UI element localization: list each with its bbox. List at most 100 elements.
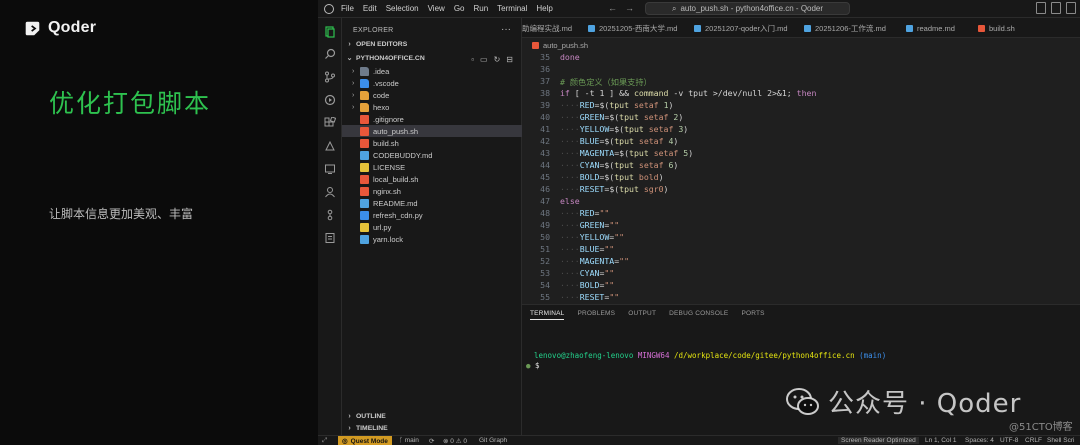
menu-edit[interactable]: Edit (363, 4, 377, 13)
tab-terminal[interactable]: TERMINAL (530, 310, 565, 320)
tree-file[interactable]: README.md (342, 197, 522, 209)
line-ending[interactable]: CRLF (1025, 437, 1042, 444)
refresh-icon[interactable]: ↻ (494, 55, 501, 64)
new-folder-icon[interactable]: ▭ (480, 55, 488, 64)
line-number: 37 (540, 76, 550, 86)
chevron-right-icon: › (352, 79, 355, 87)
code-line: ····GREEN="" (560, 220, 620, 230)
outline-section[interactable]: › OUTLINE (342, 410, 522, 422)
tree-file[interactable]: local_build.sh (342, 173, 522, 185)
language-mode[interactable]: Shell Scri (1047, 437, 1074, 444)
tree-file[interactable]: auto_push.sh (342, 125, 522, 137)
line-number: 35 (540, 52, 550, 62)
toggle-sidebar-icon[interactable] (1036, 2, 1046, 14)
menu-help[interactable]: Help (536, 4, 552, 13)
explorer-icon[interactable] (324, 26, 336, 38)
terminal-input[interactable]: ● $ (526, 361, 540, 370)
more-actions-icon[interactable]: ··· (501, 24, 511, 35)
app-logo-icon (324, 4, 334, 14)
sync-icon[interactable]: ⟳ (429, 437, 434, 445)
file-icon (360, 198, 369, 208)
tree-file[interactable]: url.py (342, 221, 522, 233)
editor-tab[interactable]: 20251207-qoder入门.md (694, 18, 788, 37)
timeline-section[interactable]: › TIMELINE (342, 422, 522, 434)
new-file-icon[interactable]: ▫ (471, 55, 474, 64)
run-debug-icon[interactable] (324, 94, 336, 106)
title-bar: File Edit Selection View Go Run Terminal… (318, 0, 1080, 18)
tree-file[interactable]: yarn.lock (342, 233, 522, 245)
encoding[interactable]: UTF-8 (1000, 437, 1018, 444)
terminal-dot-icon: ● (526, 361, 531, 370)
chevron-right-icon: › (352, 67, 355, 75)
tab-debug-console[interactable]: DEBUG CONSOLE (669, 310, 728, 320)
file-tree: › .idea › .vscode › code › hexo .gitignore auto_p… (342, 65, 522, 245)
branch-indicator[interactable]: ᚴ main (399, 437, 419, 444)
breadcrumb[interactable]: auto_push.sh (522, 38, 1080, 52)
collapse-all-icon[interactable]: ⊟ (506, 55, 513, 64)
open-editors-section[interactable]: › OPEN EDITORS (346, 41, 407, 48)
menu-file[interactable]: File (341, 4, 354, 13)
quest-icon: ◎ (342, 438, 348, 445)
tree-folder[interactable]: › hexo (342, 101, 522, 113)
editor-tab[interactable]: readme.md (906, 18, 955, 37)
search-icon[interactable] (324, 48, 336, 60)
editor-tab[interactable]: build.sh (978, 18, 1015, 37)
file-icon (360, 126, 369, 136)
toggle-panel-icon[interactable] (1051, 2, 1061, 14)
accounts-icon[interactable] (324, 186, 336, 198)
menu-run[interactable]: Run (473, 4, 488, 13)
shell-file-icon (532, 41, 539, 49)
git-graph-icon[interactable] (324, 209, 336, 221)
editor-tab[interactable]: 20251205-西南大学.md (588, 18, 677, 37)
tree-folder[interactable]: › .vscode (342, 77, 522, 89)
workspace-root-section[interactable]: ⌄ PYTHON4OFFICE.CN (346, 54, 425, 63)
forward-arrow-icon[interactable]: → (625, 3, 634, 13)
settings-sync-icon[interactable] (324, 232, 336, 244)
chevron-right-icon: › (348, 41, 351, 48)
editor-tab[interactable]: 20251206-工作流.md (804, 18, 886, 37)
tab-output[interactable]: OUTPUT (628, 310, 656, 320)
quest-mode-label: Quest Mode (350, 437, 388, 445)
code-line: ····MAGENTA=$(tput setaf 5) (560, 148, 694, 158)
menu-selection[interactable]: Selection (386, 4, 419, 13)
editor-tab[interactable]: 助编程实战.md (522, 18, 572, 37)
toggle-secondary-sidebar-icon[interactable] (1066, 2, 1076, 14)
workspace-root-label: PYTHON4OFFICE.CN (356, 54, 425, 62)
cursor-position[interactable]: Ln 1, Col 1 (925, 437, 956, 444)
tab-problems[interactable]: PROBLEMS (577, 310, 615, 320)
indentation[interactable]: Spaces: 4 (965, 437, 994, 444)
source-control-icon[interactable] (324, 71, 336, 83)
tab-ports[interactable]: PORTS (741, 310, 764, 320)
remote-explorer-icon[interactable] (324, 140, 336, 152)
back-arrow-icon[interactable]: ← (608, 3, 617, 13)
code-editor[interactable]: 35 36 37 38 39 40 41 42 43 44 45 46 47 48 49 50 51 52 53 54… (522, 52, 1080, 304)
status-bar: ⤢ ◎ Quest Mode ᚴ main ⟳ ⊗ 0 ⚠ 0 Git Grap… (318, 435, 1080, 445)
screen-reader-status[interactable]: Screen Reader Optimized (838, 437, 919, 444)
line-number: 41 (540, 124, 550, 134)
problems-indicator[interactable]: ⊗ 0 ⚠ 0 (443, 437, 467, 445)
extensions-icon[interactable] (324, 117, 336, 129)
remote-icon[interactable]: ⤢ (322, 437, 327, 445)
terminal-system: MINGW64 (637, 351, 670, 360)
tree-file[interactable]: nginx.sh (342, 185, 522, 197)
tree-file[interactable]: refresh_cdn.py (342, 209, 522, 221)
tree-file[interactable]: CODEBUDDY.md (342, 149, 522, 161)
breadcrumb-file: auto_push.sh (543, 40, 589, 50)
command-center[interactable]: ⌕ auto_push.sh - python4office.cn - Qode… (645, 2, 850, 15)
testing-icon[interactable] (324, 163, 336, 175)
slide-subtitle: 让脚本信息更加美观、丰富 (49, 207, 194, 221)
terminal-prompt-line[interactable]: lenovo@zhaofeng-lenovo MINGW64 /d/workpl… (534, 351, 886, 360)
tree-folder[interactable]: › .idea (342, 65, 522, 77)
file-icon (694, 24, 701, 32)
code-line: ····BOLD=$(tput bold) (560, 172, 664, 182)
menu-view[interactable]: View (428, 4, 445, 13)
tree-file[interactable]: LICENSE (342, 161, 522, 173)
quest-mode-button[interactable]: ◎ Quest Mode (338, 436, 392, 445)
tree-file[interactable]: .gitignore (342, 113, 522, 125)
menu-terminal[interactable]: Terminal (497, 4, 527, 13)
line-number: 38 (540, 88, 550, 98)
tree-folder[interactable]: › code (342, 89, 522, 101)
tree-file[interactable]: build.sh (342, 137, 522, 149)
git-graph-button[interactable]: Git Graph (479, 437, 507, 444)
menu-go[interactable]: Go (454, 4, 465, 13)
